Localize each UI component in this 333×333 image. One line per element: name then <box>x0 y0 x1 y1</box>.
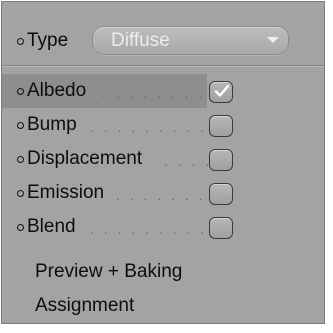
albedo-checkbox[interactable] <box>209 81 233 103</box>
channel-row-emission[interactable]: Emission . . . . . . . <box>2 176 324 210</box>
channel-label: Bump <box>27 114 77 135</box>
type-dropdown[interactable]: Diffuse <box>92 26 289 55</box>
preview-baking-link[interactable]: Preview + Baking <box>35 260 182 284</box>
material-channels-panel: Type Diffuse Albedo . . . . . . . . Bump… <box>1 1 325 324</box>
chevron-down-icon <box>267 37 279 43</box>
leader-dots: . . . . . . . . . <box>90 119 208 135</box>
bullet-icon <box>17 122 24 129</box>
channel-row-bump[interactable]: Bump . . . . . . . . . <box>2 108 324 142</box>
emission-checkbox[interactable] <box>209 183 233 205</box>
blend-checkbox[interactable] <box>209 217 233 239</box>
channel-list: Albedo . . . . . . . . Bump . . . . . . … <box>2 74 324 244</box>
type-row: Type Diffuse <box>2 2 324 64</box>
bullet-icon <box>17 156 24 163</box>
section-divider-highlight <box>2 66 324 67</box>
bullet-icon <box>17 88 24 95</box>
channel-label: Displacement <box>27 148 143 169</box>
bullet-icon <box>17 190 24 197</box>
channel-label: Emission <box>27 182 105 203</box>
channel-row-displacement[interactable]: Displacement . . . . <box>2 142 324 176</box>
channel-label: Albedo <box>27 80 87 101</box>
type-bullet-icon <box>17 38 24 45</box>
channel-row-blend[interactable]: Blend . . . . . . . . . <box>2 210 324 244</box>
leader-dots: . . . . . . . . . <box>90 221 208 237</box>
channel-label: Blend <box>27 216 76 237</box>
type-label: Type <box>27 30 69 51</box>
bullet-icon <box>17 224 24 231</box>
bump-checkbox[interactable] <box>209 115 233 137</box>
assignment-link[interactable]: Assignment <box>35 294 134 318</box>
displacement-checkbox[interactable] <box>209 149 233 171</box>
leader-dots: . . . . <box>164 153 213 169</box>
leader-dots: . . . . . . . <box>116 187 206 203</box>
leader-dots: . . . . . . . . <box>102 85 206 101</box>
type-dropdown-value: Diffuse <box>111 30 170 51</box>
checkmark-icon <box>214 84 230 97</box>
channel-row-albedo[interactable]: Albedo . . . . . . . . <box>2 74 324 108</box>
